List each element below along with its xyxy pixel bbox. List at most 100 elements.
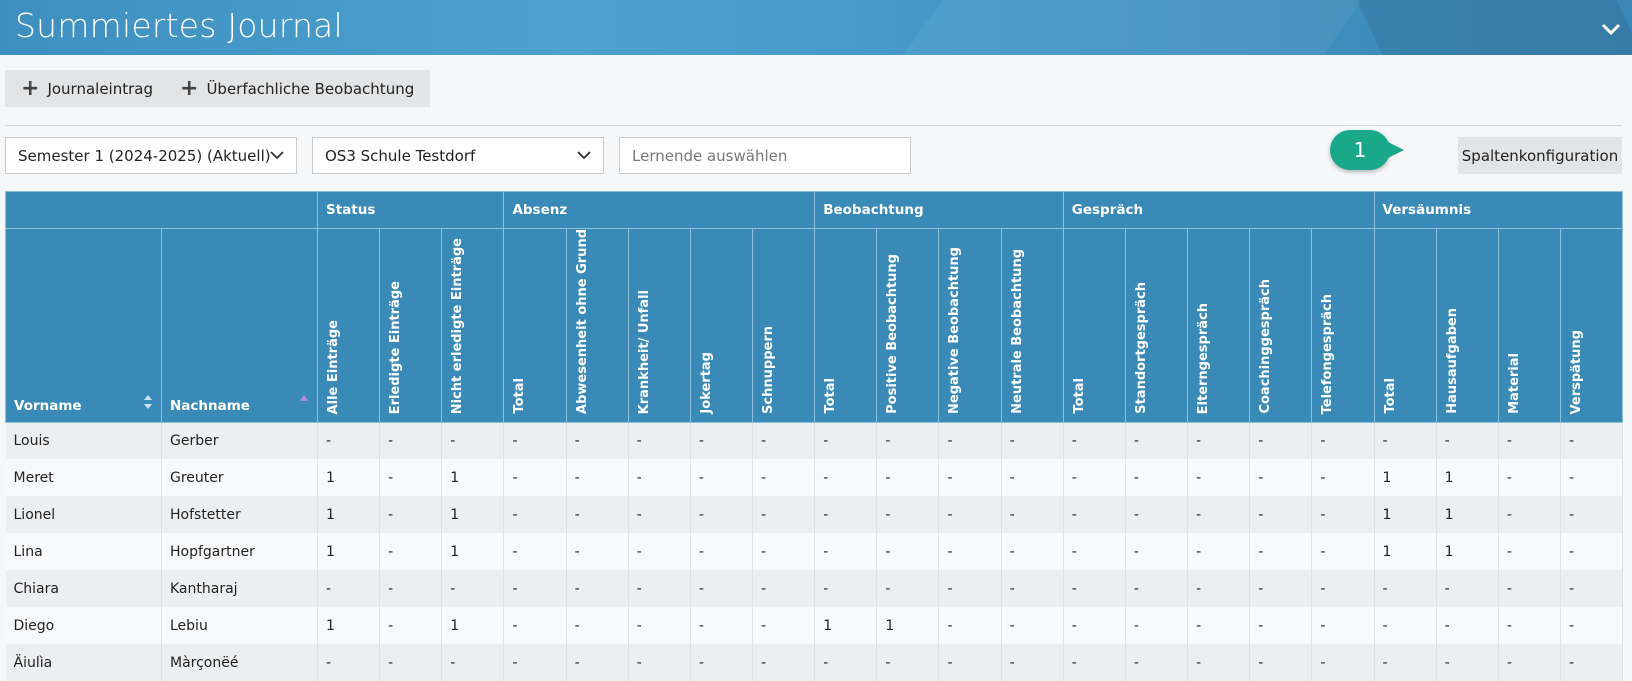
table-cell: -	[1560, 533, 1624, 571]
table-cell: -	[1436, 570, 1499, 608]
column-header-label: Hausaufgaben	[1444, 308, 1460, 414]
column-header[interactable]: Positive Beobachtung	[876, 228, 940, 423]
table-row[interactable]: Lionel Hofstetter 1-1- - - - - - - - - - - - - -1 1- -	[5, 496, 1624, 534]
plus-icon: +	[21, 75, 40, 101]
table-group-header: Status Absenz Beobachtung Gespräch Versäumni…	[5, 191, 1624, 229]
table-cell: -	[1311, 422, 1375, 460]
chevron-down-icon[interactable]	[1600, 18, 1622, 40]
table-cell: -	[938, 459, 1002, 497]
table-cell: -	[690, 607, 754, 645]
table-cell: -	[752, 422, 816, 460]
column-header[interactable]: Total	[1373, 228, 1437, 423]
table-cell: -	[1374, 644, 1437, 681]
table-row[interactable]: Chiara Kantharaj - - - - - - - - - - - - - - - - - - - - -	[5, 570, 1624, 608]
table-cell: -	[1374, 570, 1437, 608]
table-column-header: Vorname Nachname Alle Einträge Erledigte Ei…	[5, 228, 1624, 423]
table-cell: 1	[1436, 496, 1499, 534]
table-cell: -	[1001, 422, 1064, 460]
table-cell: -	[1498, 533, 1561, 571]
group-header: Beobachtung	[814, 191, 1064, 229]
table-cell: -	[1187, 496, 1251, 534]
column-header[interactable]: Elterngespräch	[1187, 228, 1251, 423]
column-config-button[interactable]: Spaltenkonfiguration	[1458, 137, 1622, 174]
column-header[interactable]: Jokertag	[689, 228, 754, 423]
table-cell: -	[441, 570, 505, 608]
cell-lastname: Kantharaj	[161, 570, 318, 608]
table-cell: -	[628, 607, 691, 645]
summary-table: Status Absenz Beobachtung Gespräch Versäumni…	[5, 191, 1624, 681]
column-header[interactable]: Neutrale Beobachtung	[1000, 228, 1064, 423]
column-header[interactable]: Material	[1497, 228, 1561, 423]
column-header[interactable]: Krankheit/ Unfall	[627, 228, 691, 423]
column-header[interactable]: Abwesenheit ohne Grund	[565, 228, 629, 423]
column-header-label: Jokertag	[698, 352, 714, 414]
column-header[interactable]: Hausaufgaben	[1435, 228, 1499, 423]
table-cell: -	[566, 570, 629, 608]
table-cell: -	[503, 644, 567, 681]
table-cell: -	[566, 607, 629, 645]
table-cell: -	[1001, 533, 1064, 571]
table-cell: -	[1063, 607, 1126, 645]
table-cell: -	[317, 570, 381, 608]
column-header-label: Total	[1071, 378, 1087, 414]
table-cell: -	[690, 422, 754, 460]
column-header-lastname[interactable]: Nachname	[161, 228, 318, 423]
table-cell: -	[1125, 496, 1189, 534]
table-cell: -	[1560, 644, 1624, 681]
table-cell: -	[628, 422, 691, 460]
column-header-firstname[interactable]: Vorname	[5, 228, 162, 423]
group-header: Versäumnis	[1373, 191, 1624, 229]
column-header-label: Positive Beobachtung	[885, 254, 901, 414]
table-cell: -	[503, 533, 567, 571]
table-cell: -	[752, 496, 816, 534]
column-header[interactable]: Nicht erledigte Einträge	[441, 228, 505, 423]
table-cell: -	[938, 533, 1002, 571]
column-header[interactable]: Total	[814, 228, 878, 423]
table-cell: -	[752, 533, 816, 571]
school-select[interactable]: OS3 Schule Testdorf	[312, 137, 604, 174]
column-header[interactable]: Alle Einträge	[316, 228, 381, 423]
table-cell: -	[503, 607, 567, 645]
table-cell: -	[876, 533, 940, 571]
table-row[interactable]: Louis Gerber - - - - - - - - - - - - - - - - - - - - -	[5, 422, 1624, 460]
table-cell: -	[1436, 607, 1499, 645]
table-cell: -	[503, 496, 567, 534]
group-header: Gespräch	[1062, 191, 1375, 229]
column-header[interactable]: Standortgespräch	[1124, 228, 1189, 423]
table-cell: -	[1063, 422, 1126, 460]
table-row[interactable]: Äiulìa Màrçonëé - - - - - - - - - - - - - - - - - - - - -	[5, 644, 1624, 681]
table-row[interactable]: Lina Hopfgartner 1-1- - - - - - - - - - - - - -1 1- -	[5, 533, 1624, 571]
column-header[interactable]: Total	[503, 228, 567, 423]
table-cell: -	[938, 422, 1002, 460]
table-cell: -	[1498, 496, 1561, 534]
table-cell: -	[1001, 607, 1064, 645]
column-header[interactable]: Erledigte Einträge	[379, 228, 443, 423]
table-row[interactable]: Meret Greuter 1-1- - - - - - - - - - - - - -1 1- -	[5, 459, 1624, 497]
column-header-label: Nachname	[170, 397, 250, 414]
column-header-label: Alle Einträge	[326, 319, 341, 414]
table-cell: -	[1063, 533, 1126, 571]
table-cell: 1	[441, 533, 505, 571]
semester-select[interactable]: Semester 1 (2024-2025) (Aktuell)	[5, 137, 297, 174]
learners-input[interactable]: Lernende auswählen	[619, 137, 911, 174]
column-header[interactable]: Total	[1062, 228, 1126, 423]
column-header[interactable]: Negative Beobachtung	[938, 228, 1002, 423]
table-cell: 1	[441, 607, 505, 645]
add-observation-button[interactable]: + Überfachliche Beobachtung	[164, 70, 431, 107]
table-cell: -	[690, 533, 754, 571]
add-journal-entry-button[interactable]: + Journaleintrag	[5, 70, 169, 107]
table-cell: -	[1311, 644, 1375, 681]
table-cell: -	[690, 496, 754, 534]
column-header[interactable]: Telefongespräch	[1311, 228, 1375, 423]
cell-lastname: Màrçonëé	[161, 644, 318, 681]
column-header[interactable]: Schnuppern	[751, 228, 816, 423]
table-cell: -	[938, 644, 1002, 681]
table-cell: -	[566, 459, 629, 497]
table-cell: -	[752, 459, 816, 497]
table-cell: -	[1498, 422, 1561, 460]
column-header[interactable]: Coachinggespräch	[1249, 228, 1313, 423]
table-cell: -	[814, 496, 878, 534]
table-cell: -	[1311, 459, 1375, 497]
table-row[interactable]: Diego Lebiu 1-1- - - - -1 1- - - - - - - - - - -	[5, 607, 1624, 645]
column-header[interactable]: Verspätung	[1559, 228, 1624, 423]
